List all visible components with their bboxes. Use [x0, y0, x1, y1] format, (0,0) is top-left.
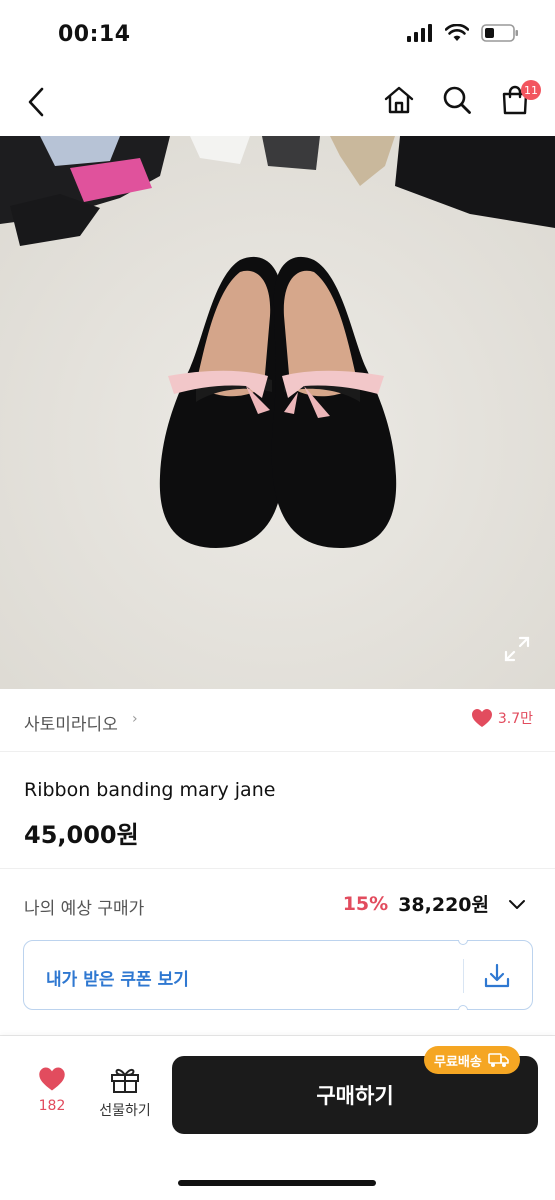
product-image[interactable]	[0, 136, 555, 689]
store-name[interactable]: 사토미라디오	[24, 710, 118, 735]
chevron-right-icon: ›	[132, 711, 138, 727]
truck-icon	[488, 1053, 509, 1067]
free-shipping-badge: 무료배송	[424, 1046, 520, 1074]
gift-label: 선물하기	[99, 1103, 151, 1119]
home-indicator	[178, 1180, 376, 1186]
coupon-notch	[458, 1005, 468, 1010]
nav-bar: 11	[0, 70, 555, 136]
status-icons	[407, 24, 519, 42]
battery-icon	[481, 24, 518, 42]
back-icon	[28, 87, 44, 117]
wishlist-button[interactable]: 182	[22, 1066, 82, 1132]
coupon-notch	[458, 940, 468, 945]
expected-price-value: 15% 38,220원	[343, 890, 527, 917]
home-icon	[384, 86, 414, 114]
expected-price-row[interactable]: 나의 예상 구매가 15% 38,220원	[0, 870, 555, 936]
product-price: 45,000원	[24, 821, 139, 849]
coupon-button[interactable]: 내가 받은 쿠폰 보기	[23, 940, 533, 1010]
home-button[interactable]	[381, 78, 417, 122]
store-row[interactable]: 사토미라디오 › 3.7만	[0, 689, 555, 752]
bottom-action-bar: 182 선물하기 구매하기 무료배송	[0, 1036, 555, 1200]
expand-icon[interactable]	[503, 635, 531, 663]
product-photo	[0, 136, 555, 689]
gift-button[interactable]: 선물하기	[92, 1066, 158, 1132]
search-button[interactable]	[439, 78, 475, 122]
like-count: 3.7만	[497, 711, 533, 727]
search-icon	[443, 86, 471, 114]
divider	[0, 868, 555, 869]
heart-icon	[471, 709, 492, 727]
coupon-label: 내가 받은 쿠폰 보기	[46, 970, 189, 990]
status-time: 00:14	[58, 22, 131, 47]
heart-icon	[39, 1067, 65, 1091]
cart-button[interactable]: 11	[497, 78, 541, 122]
chevron-down-icon[interactable]	[507, 894, 527, 914]
gift-icon	[111, 1068, 139, 1093]
product-name: Ribbon banding mary jane	[24, 779, 276, 801]
wifi-icon	[445, 24, 469, 41]
store-like[interactable]: 3.7만	[471, 708, 533, 728]
signal-icon	[407, 24, 432, 42]
nav-actions: 11	[381, 78, 541, 122]
expected-price: 38,220원	[398, 894, 489, 916]
wishlist-count: 182	[38, 1098, 66, 1114]
download-icon[interactable]	[482, 961, 512, 991]
free-shipping-label: 무료배송	[434, 1054, 482, 1070]
status-bar: 00:14	[0, 0, 555, 70]
cart-count-badge: 11	[521, 80, 541, 100]
coupon-separator	[463, 959, 464, 993]
discount-rate: 15%	[342, 892, 389, 915]
back-button[interactable]	[18, 82, 54, 122]
expected-price-label: 나의 예상 구매가	[24, 899, 145, 919]
